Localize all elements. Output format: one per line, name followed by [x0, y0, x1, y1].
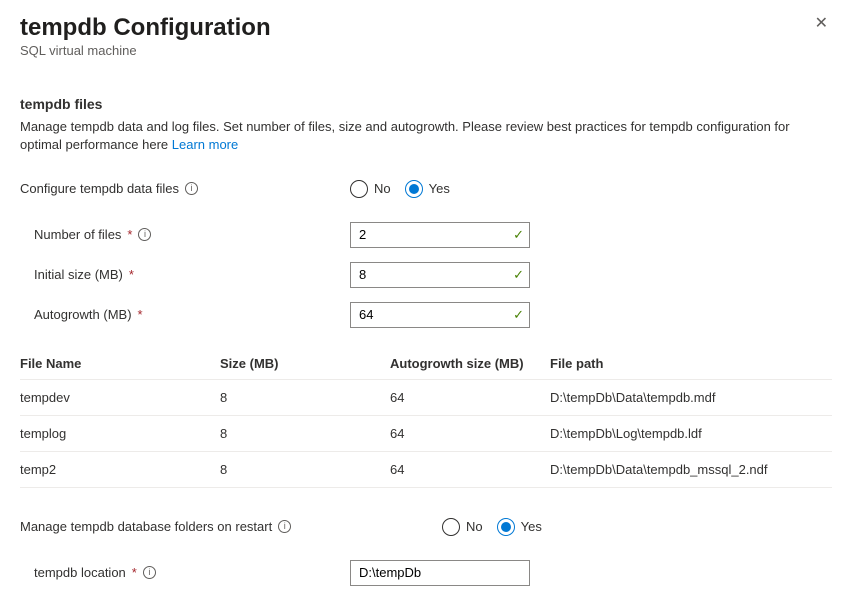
initial-size-label: Initial size (MB) — [34, 267, 123, 282]
section-heading: tempdb files — [20, 96, 832, 112]
cell-path: D:\tempDb\Log\tempdb.ldf — [550, 415, 832, 451]
col-autogrowth: Autogrowth size (MB) — [390, 348, 550, 380]
radio-icon — [405, 180, 423, 198]
tempdb-location-input[interactable] — [350, 560, 530, 586]
initial-size-input[interactable] — [350, 262, 530, 288]
radio-label-no: No — [374, 181, 391, 196]
col-size: Size (MB) — [220, 348, 390, 380]
info-icon[interactable]: i — [185, 182, 198, 195]
autogrowth-input[interactable] — [350, 302, 530, 328]
configure-no-radio[interactable]: No — [350, 180, 391, 198]
close-icon[interactable]: ✕ — [811, 14, 832, 34]
radio-icon — [497, 518, 515, 536]
page-title: tempdb Configuration — [20, 14, 271, 42]
tempdb-location-label: tempdb location — [34, 565, 126, 580]
col-file-name: File Name — [20, 348, 220, 380]
files-table: File Name Size (MB) Autogrowth size (MB)… — [20, 348, 832, 488]
configure-data-files-label: Configure tempdb data files — [20, 181, 179, 196]
radio-label-no: No — [466, 519, 483, 534]
cell-name: templog — [20, 415, 220, 451]
required-asterisk: * — [129, 267, 134, 282]
cell-size: 8 — [220, 451, 390, 487]
required-asterisk: * — [127, 227, 132, 242]
table-row: tempdev864D:\tempDb\Data\tempdb.mdf — [20, 379, 832, 415]
cell-path: D:\tempDb\Data\tempdb.mdf — [550, 379, 832, 415]
col-file-path: File path — [550, 348, 832, 380]
cell-size: 8 — [220, 415, 390, 451]
table-row: temp2864D:\tempDb\Data\tempdb_mssql_2.nd… — [20, 451, 832, 487]
section-description-text: Manage tempdb data and log files. Set nu… — [20, 119, 790, 152]
autogrowth-label: Autogrowth (MB) — [34, 307, 132, 322]
number-of-files-label: Number of files — [34, 227, 121, 242]
learn-more-link[interactable]: Learn more — [172, 137, 238, 152]
page-subtitle: SQL virtual machine — [20, 43, 271, 58]
info-icon[interactable]: i — [143, 566, 156, 579]
cell-autogrowth: 64 — [390, 379, 550, 415]
cell-path: D:\tempDb\Data\tempdb_mssql_2.ndf — [550, 451, 832, 487]
cell-autogrowth: 64 — [390, 415, 550, 451]
cell-size: 8 — [220, 379, 390, 415]
manage-folders-no-radio[interactable]: No — [442, 518, 483, 536]
table-row: templog864D:\tempDb\Log\tempdb.ldf — [20, 415, 832, 451]
radio-label-yes: Yes — [521, 519, 542, 534]
manage-folders-label: Manage tempdb database folders on restar… — [20, 519, 272, 534]
info-icon[interactable]: i — [138, 228, 151, 241]
info-icon[interactable]: i — [278, 520, 291, 533]
required-asterisk: * — [138, 307, 143, 322]
cell-name: tempdev — [20, 379, 220, 415]
cell-name: temp2 — [20, 451, 220, 487]
number-of-files-input[interactable] — [350, 222, 530, 248]
cell-autogrowth: 64 — [390, 451, 550, 487]
section-description: Manage tempdb data and log files. Set nu… — [20, 118, 820, 154]
manage-folders-yes-radio[interactable]: Yes — [497, 518, 542, 536]
table-header-row: File Name Size (MB) Autogrowth size (MB)… — [20, 348, 832, 380]
radio-label-yes: Yes — [429, 181, 450, 196]
required-asterisk: * — [132, 565, 137, 580]
radio-icon — [442, 518, 460, 536]
configure-yes-radio[interactable]: Yes — [405, 180, 450, 198]
radio-icon — [350, 180, 368, 198]
